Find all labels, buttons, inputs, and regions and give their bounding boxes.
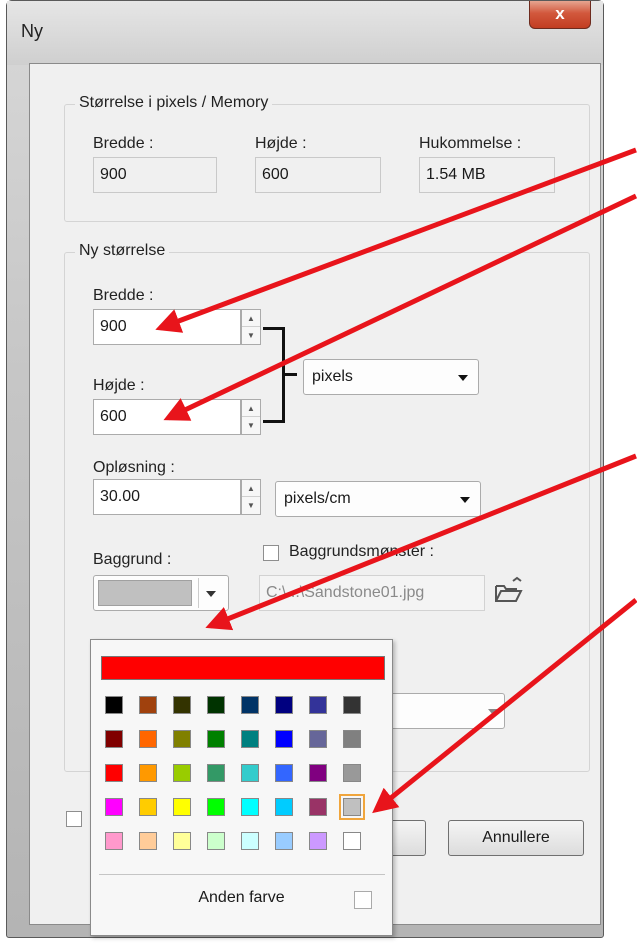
folder-open-icon[interactable]	[491, 575, 525, 609]
current-height-label: Højde :	[255, 135, 307, 152]
chevron-down-icon	[460, 497, 470, 503]
current-width-value: 900	[93, 157, 217, 193]
memory-value: 1.54 MB	[419, 157, 555, 193]
background-label: Baggrund :	[93, 551, 172, 568]
background-color-dropdown-toggle[interactable]	[198, 578, 224, 608]
color-swatch[interactable]	[207, 696, 225, 714]
color-swatch[interactable]	[139, 730, 157, 748]
resolution-label: Opløsning :	[93, 459, 175, 476]
color-swatch[interactable]	[139, 798, 157, 816]
other-color-option[interactable]: Anden farve	[91, 889, 392, 907]
ok-button[interactable]	[390, 820, 426, 856]
spin-down-icon[interactable]: ▼	[242, 417, 260, 434]
color-picker-popup: Anden farve	[90, 639, 393, 936]
size-memory-legend: Størrelse i pixels / Memory	[75, 94, 273, 112]
color-swatch[interactable]	[139, 764, 157, 782]
color-swatch[interactable]	[105, 696, 123, 714]
color-swatch[interactable]	[241, 764, 259, 782]
color-swatch[interactable]	[207, 764, 225, 782]
color-swatch[interactable]	[309, 696, 327, 714]
color-swatch[interactable]	[275, 832, 293, 850]
color-swatch[interactable]	[173, 798, 191, 816]
color-swatch[interactable]	[241, 730, 259, 748]
color-swatch[interactable]	[207, 832, 225, 850]
size-memory-group: Størrelse i pixels / Memory Bredde : 900…	[64, 94, 590, 222]
new-height-label: Højde :	[93, 377, 145, 394]
new-height-stepper[interactable]: ▲ ▼	[241, 399, 261, 435]
color-swatch[interactable]	[275, 696, 293, 714]
color-swatch[interactable]	[343, 696, 361, 714]
spin-up-icon[interactable]: ▲	[242, 400, 260, 417]
resolution-unit-dropdown[interactable]: pixels/cm	[275, 481, 481, 517]
color-swatch[interactable]	[241, 798, 259, 816]
background-color-dropdown[interactable]	[93, 575, 229, 611]
background-color-swatch	[98, 580, 192, 606]
color-swatch[interactable]	[241, 832, 259, 850]
color-swatch[interactable]	[343, 764, 361, 782]
background-pattern-label: Baggrundsmønster :	[289, 543, 434, 560]
background-pattern-checkbox[interactable]	[263, 545, 279, 561]
spin-down-icon[interactable]: ▼	[242, 327, 260, 344]
window-title: Ny	[21, 21, 43, 41]
spin-down-icon[interactable]: ▼	[242, 497, 260, 514]
new-width-stepper[interactable]: ▲ ▼	[241, 309, 261, 345]
option-checkbox[interactable]	[66, 811, 82, 827]
color-swatch[interactable]	[309, 832, 327, 850]
size-unit-value: pixels	[312, 368, 353, 385]
spin-up-icon[interactable]: ▲	[242, 310, 260, 327]
current-width-label: Bredde :	[93, 135, 154, 152]
color-swatch[interactable]	[275, 730, 293, 748]
color-swatch[interactable]	[173, 832, 191, 850]
resolution-input[interactable]: 30.00	[93, 479, 241, 515]
pattern-file-input[interactable]: C:\...\Sandstone01.jpg	[259, 575, 485, 611]
color-swatch[interactable]	[343, 730, 361, 748]
new-height-input[interactable]: 600	[93, 399, 241, 435]
color-swatch[interactable]	[275, 764, 293, 782]
color-swatch[interactable]	[309, 764, 327, 782]
close-button[interactable]: x	[529, 1, 591, 29]
chevron-down-icon	[206, 591, 216, 597]
color-swatch[interactable]	[105, 730, 123, 748]
color-swatch[interactable]	[339, 794, 365, 820]
size-unit-dropdown[interactable]: pixels	[303, 359, 479, 395]
color-swatch[interactable]	[343, 832, 361, 850]
new-width-label: Bredde :	[93, 287, 154, 304]
size-link-bracket-tick	[285, 373, 297, 376]
color-swatch[interactable]	[105, 798, 123, 816]
color-swatch[interactable]	[173, 764, 191, 782]
color-swatch[interactable]	[105, 764, 123, 782]
color-swatch[interactable]	[173, 696, 191, 714]
color-swatch[interactable]	[275, 798, 293, 816]
chevron-down-icon	[458, 375, 468, 381]
chevron-down-icon	[488, 709, 498, 715]
resolution-unit-value: pixels/cm	[284, 490, 351, 507]
color-swatch[interactable]	[241, 696, 259, 714]
spin-up-icon[interactable]: ▲	[242, 480, 260, 497]
title-bar: Ny x	[7, 1, 603, 65]
color-swatch[interactable]	[309, 798, 327, 816]
color-swatch[interactable]	[139, 832, 157, 850]
color-swatch[interactable]	[309, 730, 327, 748]
color-swatch[interactable]	[207, 798, 225, 816]
cancel-button[interactable]: Annullere	[448, 820, 584, 856]
resolution-stepper[interactable]: ▲ ▼	[241, 479, 261, 515]
color-swatch[interactable]	[173, 730, 191, 748]
new-width-input[interactable]: 900	[93, 309, 241, 345]
popup-divider	[99, 874, 385, 875]
color-swatch[interactable]	[139, 696, 157, 714]
size-link-bracket	[263, 327, 285, 423]
color-swatch[interactable]	[207, 730, 225, 748]
other-color-swatch[interactable]	[354, 891, 372, 909]
memory-label: Hukommelse :	[419, 135, 522, 152]
new-size-legend: Ny størrelse	[75, 242, 170, 260]
current-color-swatch[interactable]	[101, 656, 385, 680]
current-height-value: 600	[255, 157, 381, 193]
color-swatch[interactable]	[105, 832, 123, 850]
